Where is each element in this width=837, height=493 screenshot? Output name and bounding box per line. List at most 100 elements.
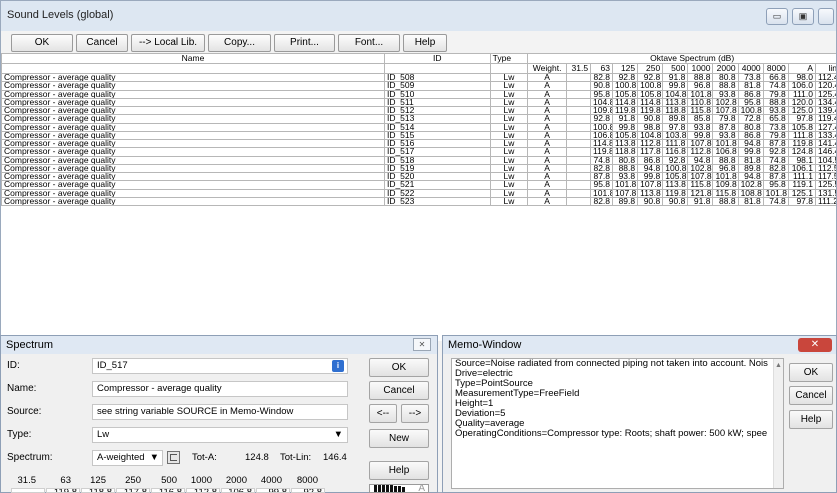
table-row[interactable]: Compressor - average quality ID_522 Lw A 101… [1, 188, 836, 198]
row-value: 117.8 [637, 147, 664, 157]
memo-close-button[interactable]: ✕ [798, 338, 832, 352]
row-value: 112.4 [814, 72, 836, 83]
row-value: 146.4 [814, 147, 836, 157]
spectrum-select[interactable]: A-weighted ▼ [92, 450, 163, 466]
table-row[interactable]: Compressor - average quality ID_515 Lw A 106… [1, 130, 836, 141]
sound-level-table: Name ID Type Oktave Spectrum (dB) Weight… [1, 53, 836, 341]
spectrum-subheader: 8000 [762, 63, 789, 74]
table-row[interactable]: Compressor - average quality ID_523 Lw A 82.… [1, 196, 836, 207]
table-row[interactable]: Compressor - average quality ID_519 Lw A 82.… [1, 163, 836, 174]
table-row[interactable]: Compressor - average quality ID_517 Lw A 119… [1, 147, 836, 157]
memo-textarea[interactable]: ▲ Source=Noise radiated from connected p… [451, 358, 784, 489]
maximize-button[interactable]: ▣ [792, 8, 814, 25]
local-lib-button[interactable]: --> Local Lib. [131, 34, 205, 52]
table-row[interactable]: Compressor - average quality ID_521 Lw A 95.… [1, 180, 836, 190]
spectrum-subheader: 31.5 [565, 63, 592, 74]
new-button[interactable]: New [369, 429, 429, 448]
row-value [565, 188, 592, 198]
row-value: 113.8 [662, 97, 689, 108]
row-weighting: A [527, 130, 567, 141]
table-row[interactable]: Compressor - average quality ID_520 Lw A 87.… [1, 171, 836, 182]
table-row[interactable]: Compressor - average quality ID_514 Lw A 100… [1, 122, 836, 132]
row-id: ID_521 [383, 180, 491, 190]
memo-ok-button[interactable]: OK [789, 363, 833, 382]
row-value: 74.8 [762, 155, 789, 165]
id-field[interactable]: ID_517 [92, 358, 348, 374]
toolbar: OK Cancel --> Local Lib. Copy... Print..… [1, 31, 836, 53]
id-column-header[interactable]: ID [383, 53, 491, 64]
spectrum-title: Spectrum [6, 339, 54, 351]
memo-help-button[interactable]: Help [789, 410, 833, 429]
row-value: 72.8 [737, 114, 764, 124]
row-type: Lw [489, 196, 529, 207]
row-value: 94.8 [737, 171, 764, 182]
row-value: 95.8 [737, 97, 764, 108]
spectrum-select-value: A-weighted [97, 452, 145, 463]
table-row[interactable]: Compressor - average quality ID_513 Lw A 92.… [1, 114, 836, 124]
spectrum-value-cell[interactable]: 117.8 [116, 488, 150, 493]
spectrum-value-cell[interactable]: 99.8 [256, 488, 290, 493]
info-icon[interactable]: i [332, 360, 344, 372]
spectrum-ok-button[interactable]: OK [369, 358, 429, 377]
mini-chart-bar [390, 485, 393, 492]
row-value: 95.8 [762, 180, 789, 190]
ok-button[interactable]: OK [11, 34, 73, 52]
spectrum-cancel-button[interactable]: Cancel [369, 381, 429, 400]
row-value: 96.8 [687, 81, 714, 91]
memo-scrollbar[interactable]: ▲ [773, 359, 783, 488]
spectrum-value-cell[interactable]: 112.8 [186, 488, 220, 493]
row-name: Compressor - average quality [1, 81, 385, 91]
row-id: ID_512 [383, 105, 491, 116]
copy-button[interactable]: Copy... [208, 34, 271, 52]
spectrum-value-cell[interactable]: 92.8 [291, 488, 325, 493]
name-column-header[interactable]: Name [1, 53, 385, 64]
spectrum-value-cell[interactable] [11, 488, 45, 493]
row-value: 139.4 [814, 105, 836, 116]
row-id: ID_508 [383, 72, 491, 83]
cancel-button[interactable]: Cancel [76, 34, 128, 52]
type-select[interactable]: Lw ▼ [92, 427, 348, 443]
row-name: Compressor - average quality [1, 163, 385, 174]
spectrum-value-cell[interactable]: 118.8 [81, 488, 115, 493]
name-field[interactable]: Compressor - average quality [92, 381, 348, 397]
type-column-header[interactable]: Type [489, 53, 529, 64]
row-value: 74.8 [762, 196, 789, 207]
spectrum-close-button[interactable]: ✕ [413, 338, 431, 351]
row-type: Lw [489, 122, 529, 132]
table-row[interactable]: Compressor - average quality ID_516 Lw A 114… [1, 138, 836, 149]
font-button[interactable]: Font... [338, 34, 400, 52]
table-row[interactable]: Compressor - average quality ID_511 Lw A 104… [1, 97, 836, 108]
minimize-button[interactable]: ▭ [766, 8, 788, 25]
previous-button[interactable]: <-- [369, 404, 397, 423]
help-button[interactable]: Help [403, 34, 447, 52]
row-value: 97.8 [787, 196, 816, 207]
table-icon[interactable] [167, 451, 180, 464]
table-row[interactable]: Compressor - average quality ID_508 Lw A 82.… [1, 72, 836, 83]
print-button[interactable]: Print... [274, 34, 335, 52]
source-label: Source: [7, 406, 42, 417]
row-name: Compressor - average quality [1, 196, 385, 207]
row-value [565, 105, 592, 116]
row-value: 88.8 [762, 97, 789, 108]
row-id: ID_520 [383, 171, 491, 182]
source-field[interactable]: see string variable SOURCE in Memo-Windo… [92, 404, 348, 420]
spectrum-value-cell[interactable]: 106.8 [221, 488, 255, 493]
table-row[interactable]: Compressor - average quality ID_509 Lw A 90.… [1, 81, 836, 91]
next-button[interactable]: --> [401, 404, 429, 423]
spectrum-value-cell[interactable]: 119.8 [46, 488, 80, 493]
close-button[interactable] [818, 8, 834, 25]
row-value: 100.8 [737, 105, 764, 116]
row-name: Compressor - average quality [1, 155, 385, 165]
tot-a-value: 124.8 [245, 452, 269, 463]
table-row[interactable]: Compressor - average quality ID_512 Lw A 109… [1, 105, 836, 116]
memo-cancel-button[interactable]: Cancel [789, 386, 833, 405]
row-value [565, 72, 592, 83]
spectrum-value-cell[interactable]: 116.8 [151, 488, 185, 493]
row-value [565, 155, 592, 165]
row-value: 111.2 [814, 196, 836, 207]
scroll-up-icon[interactable]: ▲ [775, 361, 782, 371]
table-row[interactable]: Compressor - average quality ID_518 Lw A 74.… [1, 155, 836, 165]
row-value: 98.0 [787, 72, 816, 83]
spectrum-help-button[interactable]: Help [369, 461, 429, 480]
table-row[interactable]: Compressor - average quality ID_510 Lw A 95.… [1, 89, 836, 99]
